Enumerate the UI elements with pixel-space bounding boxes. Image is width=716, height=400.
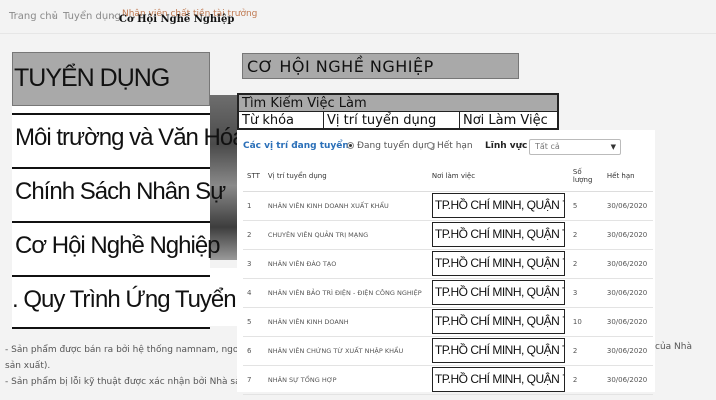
- row-location: TP.HỒ CHÍ MINH, QUẬN THỦ ĐỨC: [427, 278, 569, 308]
- header-quantity: Số lượng: [568, 162, 603, 192]
- header-stt: STT: [243, 162, 264, 192]
- field-filter-label: Lĩnh vực: [485, 141, 528, 151]
- breadcrumb: Trang chủ › Tuyển dụng › Nhân viên chất …: [0, 0, 716, 34]
- location-text: TP.HỒ CHÍ MINH, QUẬN THỦ ĐỨC: [431, 222, 565, 247]
- table-row: 6 NHÂN VIÊN CHỨNG TỪ XUẤT NHẬP KHẨU TP.H…: [243, 336, 653, 366]
- chevron-right-icon: ›: [111, 9, 116, 22]
- location-text: TP.HỒ CHÍ MINH, QUẬN THỦ ĐỨC: [431, 280, 565, 305]
- table-row: 2 CHUYÊN VIÊN QUẢN TRỊ MẠNG TP.HỒ CHÍ MI…: [243, 220, 653, 250]
- job-title-link[interactable]: NHÂN VIÊN BẢO TRÌ ĐIỆN - ĐIỆN CÔNG NGHIỆ…: [263, 278, 428, 308]
- row-location: TP.HỒ CHÍ MINH, QUẬN 7: [427, 365, 569, 395]
- sidebar-item-hr-policy[interactable]: Chính Sách Nhân Sự: [12, 167, 226, 221]
- row-stt: 5: [243, 307, 264, 337]
- chevron-down-icon: ▼: [610, 143, 616, 151]
- location-text: TP.HỒ CHÍ MINH, QUẬN 7: [431, 251, 565, 276]
- radio-open-label[interactable]: Đang tuyển dụng: [357, 141, 435, 151]
- filter-bar: Các vị trí đang tuyển Đang tuyển dụng Hế…: [243, 139, 653, 155]
- row-deadline: 30/06/2020: [602, 365, 653, 395]
- row-location: TP.HỒ CHÍ MINH, QUẬN THỦ ĐỨC: [427, 220, 569, 250]
- breadcrumb-current: Cơ Hội Nghề Nghiệp: [119, 14, 235, 25]
- row-location: TP.HỒ CHÍ MINH, QUẬN 7: [427, 249, 569, 279]
- keyword-field[interactable]: Từ khóa: [239, 112, 324, 130]
- table-row: 1 NHÂN VIÊN KINH DOANH XUẤT KHẨU TP.HỒ C…: [243, 191, 653, 221]
- table-row: 7 NHÂN SỰ TỔNG HỢP TP.HỒ CHÍ MINH, QUẬN …: [243, 365, 653, 395]
- table-header-row: STT Vị trí tuyển dụng Nơi làm việc Số lư…: [243, 162, 653, 192]
- table-row: 4 NHÂN VIÊN BẢO TRÌ ĐIỆN - ĐIỆN CÔNG NGH…: [243, 278, 653, 308]
- row-quantity: 3: [568, 278, 603, 308]
- job-search-title: Tìm Kiếm Việc Làm: [239, 95, 557, 112]
- sidebar-item-career-opportunities[interactable]: Cơ Hội Nghề Nghiệp: [12, 221, 221, 275]
- breadcrumb-home-link[interactable]: Trang chủ: [9, 11, 58, 22]
- row-stt: 3: [243, 249, 264, 279]
- row-location: TP.HỒ CHÍ MINH, QUẬN 7: [427, 191, 569, 221]
- radio-open-positions[interactable]: [347, 142, 354, 149]
- article-line-tail: của Nhà: [655, 342, 692, 352]
- location-text: TP.HỒ CHÍ MINH, QUẬN THỦ ĐỨC: [431, 338, 565, 363]
- job-title-link[interactable]: NHÂN VIÊN KINH DOANH XUẤT KHẨU: [263, 191, 428, 221]
- row-location: TP.HỒ CHÍ MINH, QUẬN 7: [427, 307, 569, 337]
- row-quantity: 10: [568, 307, 603, 337]
- row-stt: 4: [243, 278, 264, 308]
- page-title: CƠ HỘI NGHỀ NGHIỆP: [242, 53, 519, 79]
- position-field[interactable]: Vị trí tuyển dụng: [324, 112, 460, 130]
- header-position: Vị trí tuyển dụng: [263, 162, 428, 192]
- location-field[interactable]: Nơi Làm Việc: [460, 112, 557, 130]
- row-quantity: 2: [568, 336, 603, 366]
- row-deadline: 30/06/2020: [602, 307, 653, 337]
- job-title-link[interactable]: NHÂN VIÊN ĐÀO TẠO: [263, 249, 428, 279]
- job-search-box: Tìm Kiếm Việc Làm Từ khóa Vị trí tuyển d…: [237, 93, 559, 130]
- sidebar: TUYỂN DỤNG Môi trường và Văn Hóa Công ty…: [12, 52, 327, 329]
- header-location: Nơi làm việc: [427, 162, 569, 192]
- table-row: 3 NHÂN VIÊN ĐÀO TẠO TP.HỒ CHÍ MINH, QUẬN…: [243, 249, 653, 279]
- row-stt: 2: [243, 220, 264, 250]
- row-deadline: 30/06/2020: [602, 220, 653, 250]
- row-deadline: 30/06/2020: [602, 336, 653, 366]
- row-quantity: 5: [568, 191, 603, 221]
- field-select[interactable]: Tất cả ▼: [529, 139, 621, 155]
- sidebar-title: TUYỂN DỤNG: [12, 52, 210, 106]
- radio-expired[interactable]: [427, 142, 434, 149]
- row-quantity: 2: [568, 220, 603, 250]
- chevron-right-icon: ›: [52, 9, 57, 22]
- job-title-link[interactable]: NHÂN VIÊN KINH DOANH: [263, 307, 428, 337]
- job-title-link[interactable]: CHUYÊN VIÊN QUẢN TRỊ MẠNG: [263, 220, 428, 250]
- row-stt: 6: [243, 336, 264, 366]
- row-stt: 7: [243, 365, 264, 395]
- row-location: TP.HỒ CHÍ MINH, QUẬN THỦ ĐỨC: [427, 336, 569, 366]
- row-deadline: 30/06/2020: [602, 191, 653, 221]
- sidebar-item-application-process[interactable]: . Quy Trình Ứng Tuyển: [12, 275, 237, 329]
- open-positions-label: Các vị trí đang tuyển: [243, 141, 349, 151]
- job-title-link[interactable]: NHÂN SỰ TỔNG HỢP: [263, 365, 428, 395]
- row-stt: 1: [243, 191, 264, 221]
- header-deadline: Hết hạn: [602, 162, 653, 192]
- job-title-link[interactable]: NHÂN VIÊN CHỨNG TỪ XUẤT NHẬP KHẨU: [263, 336, 428, 366]
- location-text: TP.HỒ CHÍ MINH, QUẬN 7: [431, 193, 565, 218]
- location-text: TP.HỒ CHÍ MINH, QUẬN 7: [431, 367, 565, 392]
- sidebar-divider: [12, 106, 210, 113]
- jobs-table: STT Vị trí tuyển dụng Nơi làm việc Số lư…: [243, 162, 653, 395]
- field-select-value: Tất cả: [535, 142, 560, 151]
- row-quantity: 2: [568, 249, 603, 279]
- job-listings-panel: Các vị trí đang tuyển Đang tuyển dụng Hế…: [237, 130, 655, 395]
- sidebar-item-culture[interactable]: Môi trường và Văn Hóa Công ty: [12, 113, 327, 167]
- row-deadline: 30/06/2020: [602, 249, 653, 279]
- table-row: 5 NHÂN VIÊN KINH DOANH TP.HỒ CHÍ MINH, Q…: [243, 307, 653, 337]
- radio-expired-label[interactable]: Hết hạn: [437, 141, 473, 151]
- row-quantity: 2: [568, 365, 603, 395]
- location-text: TP.HỒ CHÍ MINH, QUẬN 7: [431, 309, 565, 334]
- row-deadline: 30/06/2020: [602, 278, 653, 308]
- sidebar-item-label: Quy Trình Ứng Tuyển: [23, 286, 236, 313]
